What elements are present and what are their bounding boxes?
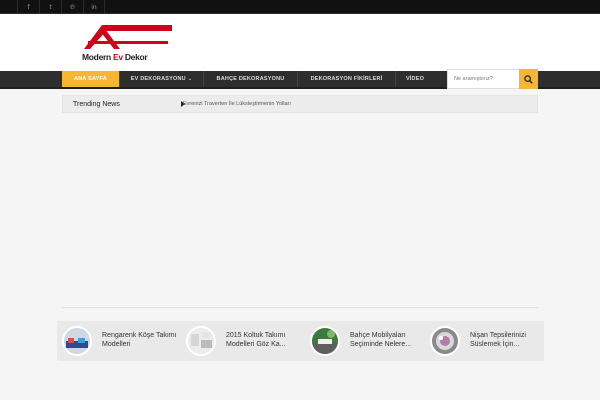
- tumblr-icon[interactable]: t: [39, 0, 61, 14]
- facebook-icon[interactable]: f: [17, 0, 39, 14]
- post-thumbnail: [430, 326, 460, 356]
- post-title: Nişan Tepsilerinizi Süslemek İçin...: [470, 332, 526, 348]
- nav-label: DEKORASYON FİKİRLERİ: [310, 76, 383, 82]
- top-bar: f t ℗ in: [0, 0, 600, 14]
- featured-post-card[interactable]: 2015 Koltuk Takımı Modelleri Göz Ka...: [181, 321, 301, 361]
- trending-news-bar: Trending News Evrenizi Traverten İle Lük…: [62, 95, 538, 113]
- nav-video[interactable]: VİDEO: [396, 71, 434, 87]
- nav-home[interactable]: ANA SAYFA: [62, 71, 120, 87]
- nav-label: BAHÇE DEKORASYONU: [216, 76, 285, 82]
- nav-ev-dekorasyonu[interactable]: EV DEKORASYONU ⌄: [120, 71, 204, 87]
- search-icon: [524, 74, 533, 84]
- search-button[interactable]: [519, 69, 538, 89]
- site-logo[interactable]: Modern Ev Dekor: [80, 21, 174, 65]
- site-header: Modern Ev Dekor: [0, 14, 600, 71]
- post-thumbnail: [62, 326, 92, 356]
- trending-label: Trending News: [73, 100, 120, 108]
- nav-label: VİDEO: [405, 76, 425, 82]
- trending-headline[interactable]: Evrenizi Traverten İle Lüksleştirmenin Y…: [183, 96, 291, 112]
- search-input[interactable]: [447, 69, 520, 89]
- post-thumbnail: [186, 326, 216, 356]
- featured-post-card[interactable]: Bahçe Mobilyaları Seçiminde Nelere...: [305, 321, 425, 361]
- post-thumbnail: [310, 326, 340, 356]
- chevron-down-icon: ⌄: [187, 76, 193, 82]
- featured-post-card[interactable]: Nişan Tepsilerinizi Süslemek İçin...: [425, 321, 545, 361]
- main-content-area: [62, 113, 538, 307]
- featured-post-card[interactable]: Rengarenk Köşe Takımı Modelleri: [57, 321, 177, 361]
- divider: [62, 307, 538, 308]
- post-title: 2015 Koltuk Takımı Modelleri Göz Ka...: [226, 332, 286, 348]
- nav-dekorasyon-fikirleri[interactable]: DEKORASYON FİKİRLERİ: [298, 71, 396, 87]
- post-title: Bahçe Mobilyaları Seçiminde Nelere...: [350, 332, 412, 348]
- post-title: Rengarenk Köşe Takımı Modelleri: [102, 332, 177, 348]
- nav-label: ANA SAYFA: [74, 76, 107, 82]
- linkedin-icon[interactable]: in: [83, 0, 105, 14]
- featured-posts-slider: Rengarenk Köşe Takımı Modelleri 2015 Kol…: [57, 321, 544, 361]
- logo-text: Modern Ev Dekor: [82, 52, 148, 62]
- nav-bahce-dekorasyonu[interactable]: BAHÇE DEKORASYONU: [204, 71, 298, 87]
- pinterest-icon[interactable]: ℗: [61, 0, 83, 14]
- nav-label: EV DEKORASYONU: [130, 76, 186, 82]
